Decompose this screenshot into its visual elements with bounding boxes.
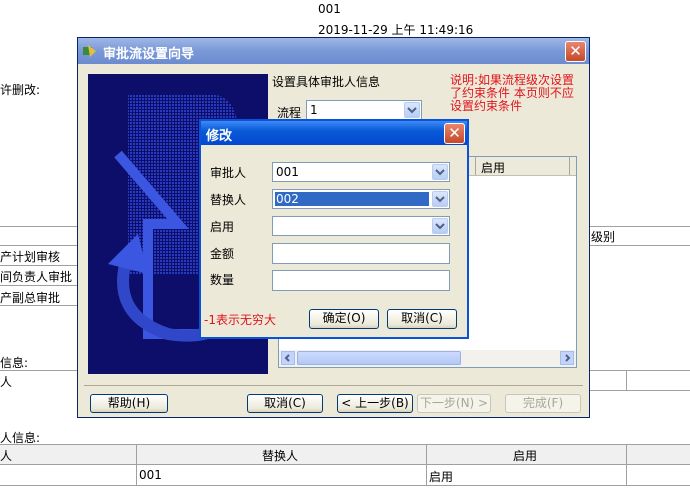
table-row: 产副总审批 [0, 291, 61, 305]
quantity-input[interactable] [272, 270, 450, 291]
enabled-select[interactable] [272, 216, 450, 236]
wizard-cancel-button[interactable]: 取消(C) [247, 394, 323, 413]
amount-input[interactable] [272, 243, 450, 264]
chevron-down-icon[interactable] [432, 164, 448, 180]
flow-select[interactable]: 1 [306, 100, 422, 120]
left-label: 许删改: [0, 83, 41, 97]
amount-label: 金额 [210, 247, 235, 261]
approver-label: 审批人 [210, 166, 247, 180]
wizard-app-icon [82, 43, 98, 62]
table-cell: 启用 [429, 470, 454, 484]
scroll-right-button[interactable] [560, 351, 574, 365]
chevron-right-icon [565, 354, 571, 362]
wizard-note: 说明:如果流程级次设置 了约束条件 本页则不应 设置约束条件 [450, 73, 575, 113]
table-header-level: 级别 [591, 230, 616, 244]
table-row: 间负责人审批 [0, 270, 73, 284]
dialog-cancel-button[interactable]: 取消(C) [387, 309, 457, 329]
wizard-heading: 设置具体审批人信息 [272, 75, 381, 89]
approver-select-value: 001 [276, 165, 299, 179]
finish-button[interactable]: 完成(F) [505, 394, 581, 413]
modify-dialog-title: 修改 [206, 129, 233, 144]
scroll-thumb[interactable] [297, 351, 461, 365]
wizard-close-button[interactable]: ✕ [565, 41, 586, 62]
close-icon: ✕ [569, 42, 582, 60]
wizard-divider [84, 385, 583, 386]
replacer-select-value: 002 [276, 192, 299, 206]
prev-button[interactable]: < 上一步(B) [337, 394, 413, 413]
quantity-label: 数量 [210, 273, 235, 287]
top-code: 001 [318, 2, 341, 16]
table-header: 启用 [513, 449, 538, 463]
next-button[interactable]: 下一步(N) > [417, 394, 491, 413]
modify-dialog-titlebar[interactable]: 修改 ✕ [201, 121, 467, 145]
grid-header-enabled: 启用 [481, 161, 506, 175]
help-button[interactable]: 帮助(H) [90, 394, 168, 413]
section-a-label: 信息: [0, 356, 29, 370]
scroll-left-button[interactable] [281, 351, 295, 365]
enabled-label: 启用 [210, 220, 235, 234]
infinity-hint: -1表示无穷大 [204, 313, 276, 327]
table-cell: 001 [139, 468, 162, 482]
table-header: 人 [0, 449, 13, 463]
table-row: 产计划审核 [0, 250, 61, 264]
flow-select-value: 1 [310, 103, 318, 117]
approver-select[interactable]: 001 [272, 162, 450, 182]
wizard-titlebar[interactable]: 审批流设置向导 ✕ [78, 38, 589, 64]
modify-dialog-close-button[interactable]: ✕ [444, 123, 465, 144]
ok-button[interactable]: 确定(O) [309, 309, 379, 329]
modify-dialog: 修改 ✕ 审批人 001 替换人 002 启用 金额 数量 -1表示无穷大 确定… [199, 119, 469, 339]
close-icon: ✕ [448, 124, 461, 142]
wizard-title: 审批流设置向导 [103, 47, 195, 62]
grid-horizontal-scrollbar[interactable] [279, 350, 576, 367]
chevron-down-icon[interactable] [432, 218, 448, 234]
replacer-select[interactable]: 002 [272, 189, 450, 209]
chevron-down-icon[interactable] [432, 191, 448, 207]
chevron-left-icon [284, 354, 290, 362]
timestamp: 2019-11-29 上午 11:49:16 [318, 23, 474, 37]
table-header: 替换人 [262, 449, 299, 463]
section-a-col: 人 [0, 375, 13, 389]
replacer-label: 替换人 [210, 193, 247, 207]
chevron-down-icon[interactable] [404, 102, 420, 118]
